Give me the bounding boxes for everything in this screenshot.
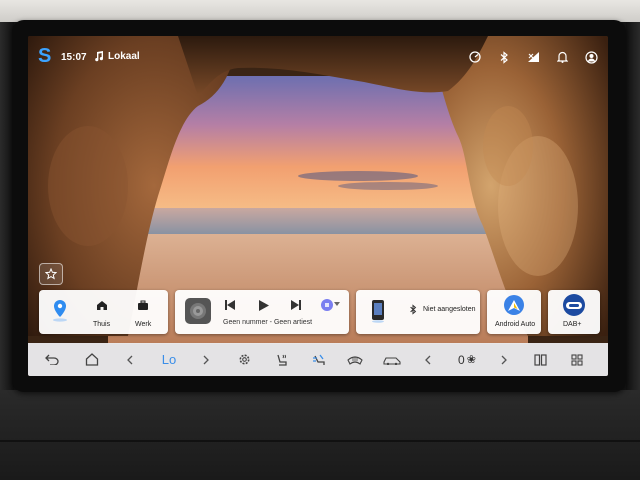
album-art[interactable] [185,298,211,324]
next-track-icon[interactable] [291,300,301,310]
navigation-widget[interactable]: Thuis Werk [39,290,168,334]
status-bar: S 15:07 Lokaal [28,36,608,80]
home-button[interactable] [80,343,104,376]
play-icon[interactable] [259,300,269,311]
dab-label: DAB+ [563,321,582,328]
bottom-control-bar: Lo 0 ❀ [28,343,608,376]
media-source-icon [321,299,333,311]
map-pin-icon[interactable] [52,300,68,322]
favorites-button[interactable] [39,263,63,285]
back-arrow-icon [45,354,59,365]
fan-icon: ❀ [466,354,476,366]
home-label: Thuis [93,321,111,328]
work-shortcut[interactable]: Werk [130,296,156,330]
dab-radio-icon [563,294,585,316]
dab-radio-widget[interactable]: DAB+ [548,290,600,334]
briefcase-icon [138,300,148,310]
dashboard-surface [0,390,640,480]
music-note-icon [95,51,104,62]
android-auto-widget[interactable]: Android Auto [487,290,541,334]
app-grid-icon [571,353,583,366]
previous-track-icon[interactable] [225,300,235,310]
gear-icon [239,354,249,365]
chevron-left-icon [425,355,431,364]
home-shortcut[interactable]: Thuis [89,296,115,330]
work-label: Werk [135,321,152,328]
home-icon [85,353,99,366]
status-icons [468,50,598,64]
air-recirculation-button[interactable] [380,343,404,376]
infotainment-screen: S 15:07 Lokaal Thuis Werk Geen nummer - … [28,36,608,376]
android-auto-icon [504,295,524,315]
split-screen-icon [533,353,547,366]
temp-left-decrease-button[interactable] [120,343,140,376]
app-logo[interactable]: S [38,46,52,66]
media-widget[interactable]: Geen nummer - Geen artiest [175,290,349,334]
seat-heat-icon [277,354,287,366]
media-source-label: Lokaal [108,51,140,62]
split-screen-button[interactable] [528,343,552,376]
bluetooth-status: Niet aangesloten [423,306,476,313]
clock-time: 15:07 [61,52,87,63]
speaker-icon [190,303,206,319]
home-icon [97,301,107,310]
android-auto-label: Android Auto [495,321,536,328]
bluetooth-icon [410,304,417,315]
chevron-right-icon [501,355,507,364]
car-recirculation-icon [383,356,401,365]
climate-settings-button[interactable] [233,343,255,376]
fan-speed-value: 0 [458,352,465,367]
source-selector[interactable] [321,298,341,312]
background-wall [0,0,640,22]
user-icon[interactable] [584,50,598,64]
chevron-right-icon [203,355,209,364]
track-info: Geen nummer - Geen artiest [223,319,313,326]
temp-left-value: Lo [161,352,177,367]
fan-speed-indicator: 0 ❀ [450,343,484,376]
fan-increase-button[interactable] [494,343,514,376]
front-defrost-button[interactable] [344,343,366,376]
bluetooth-icon[interactable] [497,50,511,64]
bluetooth-widget[interactable]: Niet aangesloten [356,290,480,334]
airflow-icon [312,354,325,365]
phone-icon [372,300,384,323]
bell-icon[interactable] [555,50,569,64]
front-defrost-icon [347,355,363,365]
back-button[interactable] [40,343,64,376]
star-icon [45,268,57,280]
dashboard-seam [0,440,640,442]
dash-side-right [626,22,640,392]
speedometer-icon[interactable] [468,50,482,64]
fan-decrease-button[interactable] [418,343,438,376]
seat-heat-button[interactable] [271,343,293,376]
chevron-left-icon [127,355,133,364]
chevron-down-icon [334,302,340,306]
media-source[interactable]: Lokaal [94,51,140,62]
app-grid-button[interactable] [565,343,589,376]
airflow-mode-button[interactable] [308,343,330,376]
signal-icon [526,50,540,64]
temp-left-increase-button[interactable] [196,343,216,376]
